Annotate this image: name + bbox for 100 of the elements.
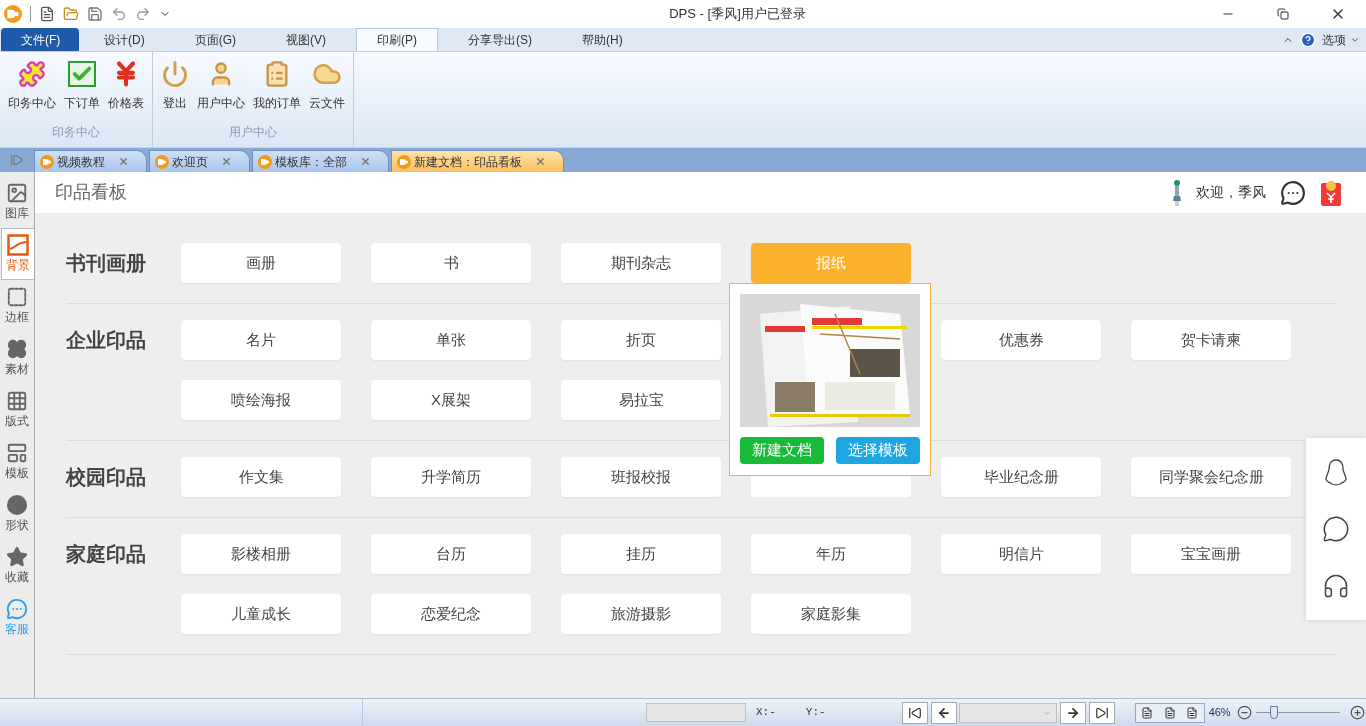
checkbox-icon (68, 61, 96, 87)
group-label: 用户中心 (229, 124, 277, 141)
gift-envelope-icon[interactable] (1318, 178, 1344, 207)
page-view-icon[interactable] (1140, 706, 1153, 719)
category-button[interactable]: 优惠券 (941, 320, 1101, 360)
sidebar-tool[interactable]: 版式 (0, 384, 34, 436)
undo-icon[interactable] (111, 6, 127, 22)
category-button[interactable]: 书 (371, 243, 531, 283)
section-title: 企业印品 (66, 328, 146, 353)
redo-icon[interactable] (135, 6, 151, 22)
section-title: 书刊画册 (66, 251, 146, 276)
page-view-icon[interactable] (1163, 706, 1176, 719)
menu-tab[interactable]: 分享导出(S) (448, 28, 552, 51)
category-button[interactable]: 年历 (751, 534, 911, 574)
category-button[interactable]: X展架 (371, 380, 531, 420)
arrow-right-icon (1065, 705, 1080, 720)
menu-tab[interactable]: 页面(G) (174, 28, 256, 51)
figure-icon (1172, 178, 1182, 207)
category-button[interactable]: 期刊杂志 (561, 243, 721, 283)
sidebar-tool[interactable]: 收藏 (0, 540, 34, 592)
ribbon-button[interactable]: 登出 (159, 58, 191, 112)
document-tab[interactable]: 欢迎页 (149, 150, 250, 172)
file-menu-tab[interactable]: 文件(F) (1, 28, 79, 51)
first-page-button[interactable] (901, 701, 928, 724)
next-page-button[interactable] (1059, 701, 1086, 724)
menu-tab[interactable]: 设计(D) (84, 28, 165, 51)
sidebar-tool[interactable]: 背景 (1, 228, 34, 280)
y-coordinate: Y:- (805, 705, 826, 721)
dashed-square-icon (6, 286, 28, 308)
help-icon[interactable] (1300, 31, 1316, 48)
flower-icon (6, 338, 28, 360)
page-view-icon[interactable] (1186, 706, 1199, 719)
last-page-button[interactable] (1088, 701, 1115, 724)
close-tab-icon[interactable] (221, 156, 232, 167)
category-button[interactable]: 名片 (181, 320, 341, 360)
message-icon[interactable] (1280, 179, 1306, 206)
document-tab[interactable]: 新建文档：印品看板 (391, 150, 564, 172)
menu-tab[interactable]: 帮助(H) (562, 28, 643, 51)
ribbon-button[interactable]: 价格表 (106, 58, 146, 112)
ribbon-button[interactable]: 云文件 (307, 58, 347, 112)
document-tab[interactable]: 视频教程 (34, 150, 147, 172)
ribbon-button[interactable]: 下订单 (62, 58, 102, 112)
category-button[interactable]: 家庭影集 (751, 594, 911, 634)
zoom-percent: 46% (1208, 705, 1231, 721)
logo-icon (155, 154, 169, 169)
category-button[interactable]: 影楼相册 (181, 534, 341, 574)
category-button[interactable]: 台历 (371, 534, 531, 574)
restore-icon[interactable] (1277, 8, 1289, 20)
category-button[interactable]: 班报校报 (561, 457, 721, 497)
star-icon (6, 546, 28, 568)
close-tab-icon[interactable] (535, 156, 546, 167)
document-tab[interactable]: 模板库：全部 (252, 150, 389, 172)
sidebar-tool[interactable]: 形状 (0, 488, 34, 540)
chat-bubbles-icon[interactable] (1322, 515, 1350, 543)
category-button[interactable]: 毕业纪念册 (941, 457, 1101, 497)
category-button[interactable]: 作文集 (181, 457, 341, 497)
new-file-icon[interactable] (39, 6, 55, 22)
category-button[interactable]: 折页 (561, 320, 721, 360)
menu-tab[interactable]: 印刷(P) (356, 28, 438, 51)
category-button[interactable]: 贺卡请柬 (1131, 320, 1291, 360)
sidebar-tool[interactable]: 边框 (0, 280, 34, 332)
sidebar-tool[interactable]: 素材 (0, 332, 34, 384)
open-folder-icon[interactable] (63, 6, 79, 22)
menu-tab[interactable]: 视图(V) (266, 28, 346, 51)
logo-icon (4, 5, 22, 23)
close-tab-icon[interactable] (118, 156, 129, 167)
category-button[interactable]: 升学简历 (371, 457, 531, 497)
category-button[interactable]: 喷绘海报 (181, 380, 341, 420)
section-title: 家庭印品 (66, 542, 146, 567)
previous-page-button[interactable] (930, 701, 957, 724)
category-button[interactable]: 明信片 (941, 534, 1101, 574)
sidebar-tool[interactable]: 图库 (0, 176, 34, 228)
zoom-in-icon[interactable] (1349, 705, 1365, 720)
ribbon-button[interactable]: 印务中心 (6, 58, 58, 112)
page-title: 印品看板 (55, 181, 127, 204)
ribbon-button[interactable]: 用户中心 (195, 58, 247, 112)
ribbon-button[interactable]: 我的订单 (251, 58, 303, 112)
category-button[interactable]: 儿童成长 (181, 594, 341, 634)
category-button[interactable]: 同学聚会纪念册 (1131, 457, 1291, 497)
zoom-out-icon[interactable] (1236, 705, 1252, 720)
options-button[interactable]: 选项 (1322, 30, 1360, 49)
category-button[interactable]: 单张 (371, 320, 531, 360)
logo-icon (40, 154, 54, 169)
zoom-slider[interactable] (1255, 705, 1340, 720)
close-tab-icon[interactable] (360, 156, 371, 167)
picture-frame-icon (6, 182, 28, 204)
sidebar-tool[interactable]: 模板 (0, 436, 34, 488)
category-button[interactable]: 旅游摄影 (561, 594, 721, 634)
category-button[interactable]: 挂历 (561, 534, 721, 574)
skip-forward-icon (1094, 705, 1109, 720)
penguin-icon[interactable] (1323, 458, 1349, 487)
category-button[interactable]: 宝宝画册 (1131, 534, 1291, 574)
x-coordinate: X:- (756, 705, 776, 721)
category-button[interactable]: 画册 (181, 243, 341, 283)
curve-icon (7, 234, 29, 256)
save-icon[interactable] (87, 6, 103, 22)
logo-icon (397, 154, 411, 169)
category-button[interactable]: 恋爱纪念 (371, 594, 531, 634)
zoom-thumb[interactable] (1270, 705, 1279, 719)
category-button[interactable]: 易拉宝 (561, 380, 721, 420)
